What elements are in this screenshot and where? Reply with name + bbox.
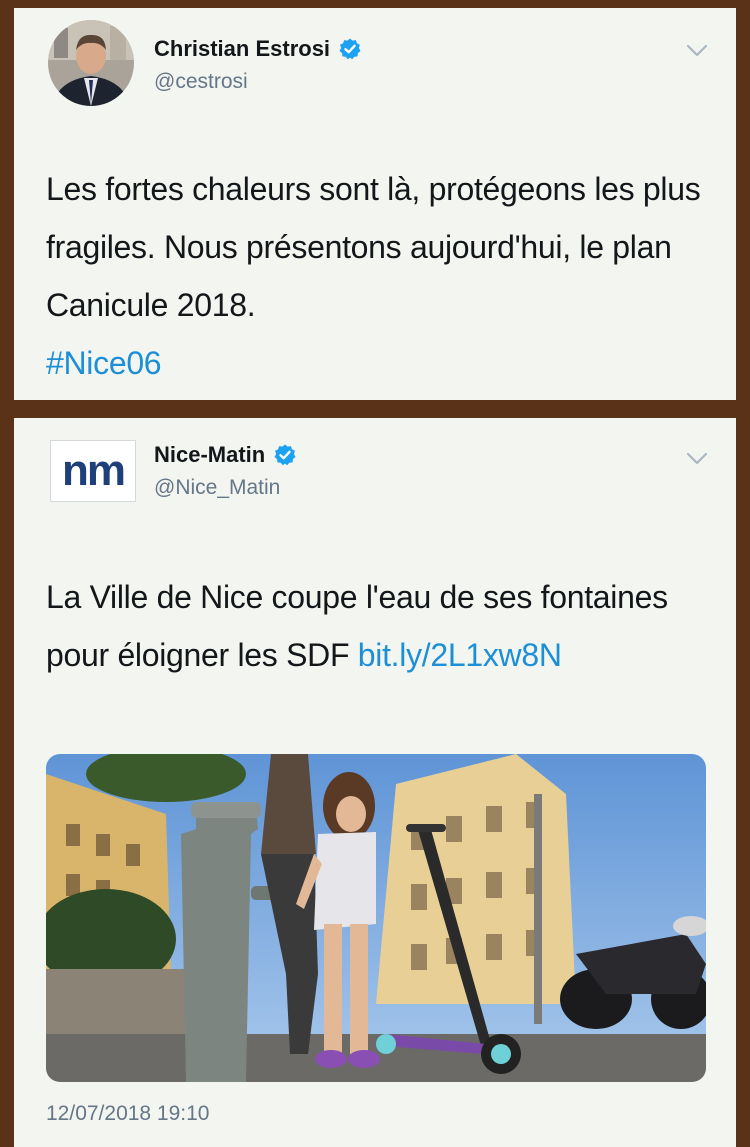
avatar[interactable]: nm (50, 440, 136, 502)
user-handle[interactable]: @cestrosi (154, 70, 248, 94)
logo-text: nm (62, 446, 126, 495)
tweet-timestamp[interactable]: 12/07/2018 19:10 (46, 1102, 210, 1126)
display-name-text: Nice-Matin (154, 442, 266, 467)
user-handle[interactable]: @Nice_Matin (154, 476, 280, 500)
display-name-text: Christian Estrosi (154, 36, 331, 61)
verified-badge-icon (339, 38, 361, 60)
hashtag-link[interactable]: #Nice06 (46, 345, 162, 381)
avatar-image (48, 20, 134, 106)
chevron-down-icon[interactable] (686, 44, 708, 58)
avatar[interactable] (48, 20, 134, 106)
article-link[interactable]: bit.ly/2L1xw8N (358, 637, 562, 673)
tweet-card-nice-matin[interactable]: nm Nice-Matin @Nice_Matin La Ville de Ni… (14, 418, 736, 1147)
tweet-text: La Ville de Nice coupe l'eau de ses font… (46, 568, 706, 684)
tweet-text: Les fortes chaleurs sont là, protégeons … (46, 160, 706, 392)
tweet-photo[interactable] (46, 754, 706, 1082)
chevron-down-icon[interactable] (686, 452, 708, 466)
tweet-card-estrosi[interactable]: Christian Estrosi @cestrosi Les fortes c… (14, 8, 736, 400)
tweet-body: Les fortes chaleurs sont là, protégeons … (46, 171, 701, 323)
fountain-photo (46, 754, 706, 1082)
display-name[interactable]: Nice-Matin (154, 442, 297, 468)
display-name[interactable]: Christian Estrosi (154, 36, 362, 62)
verified-badge-icon (274, 444, 296, 466)
